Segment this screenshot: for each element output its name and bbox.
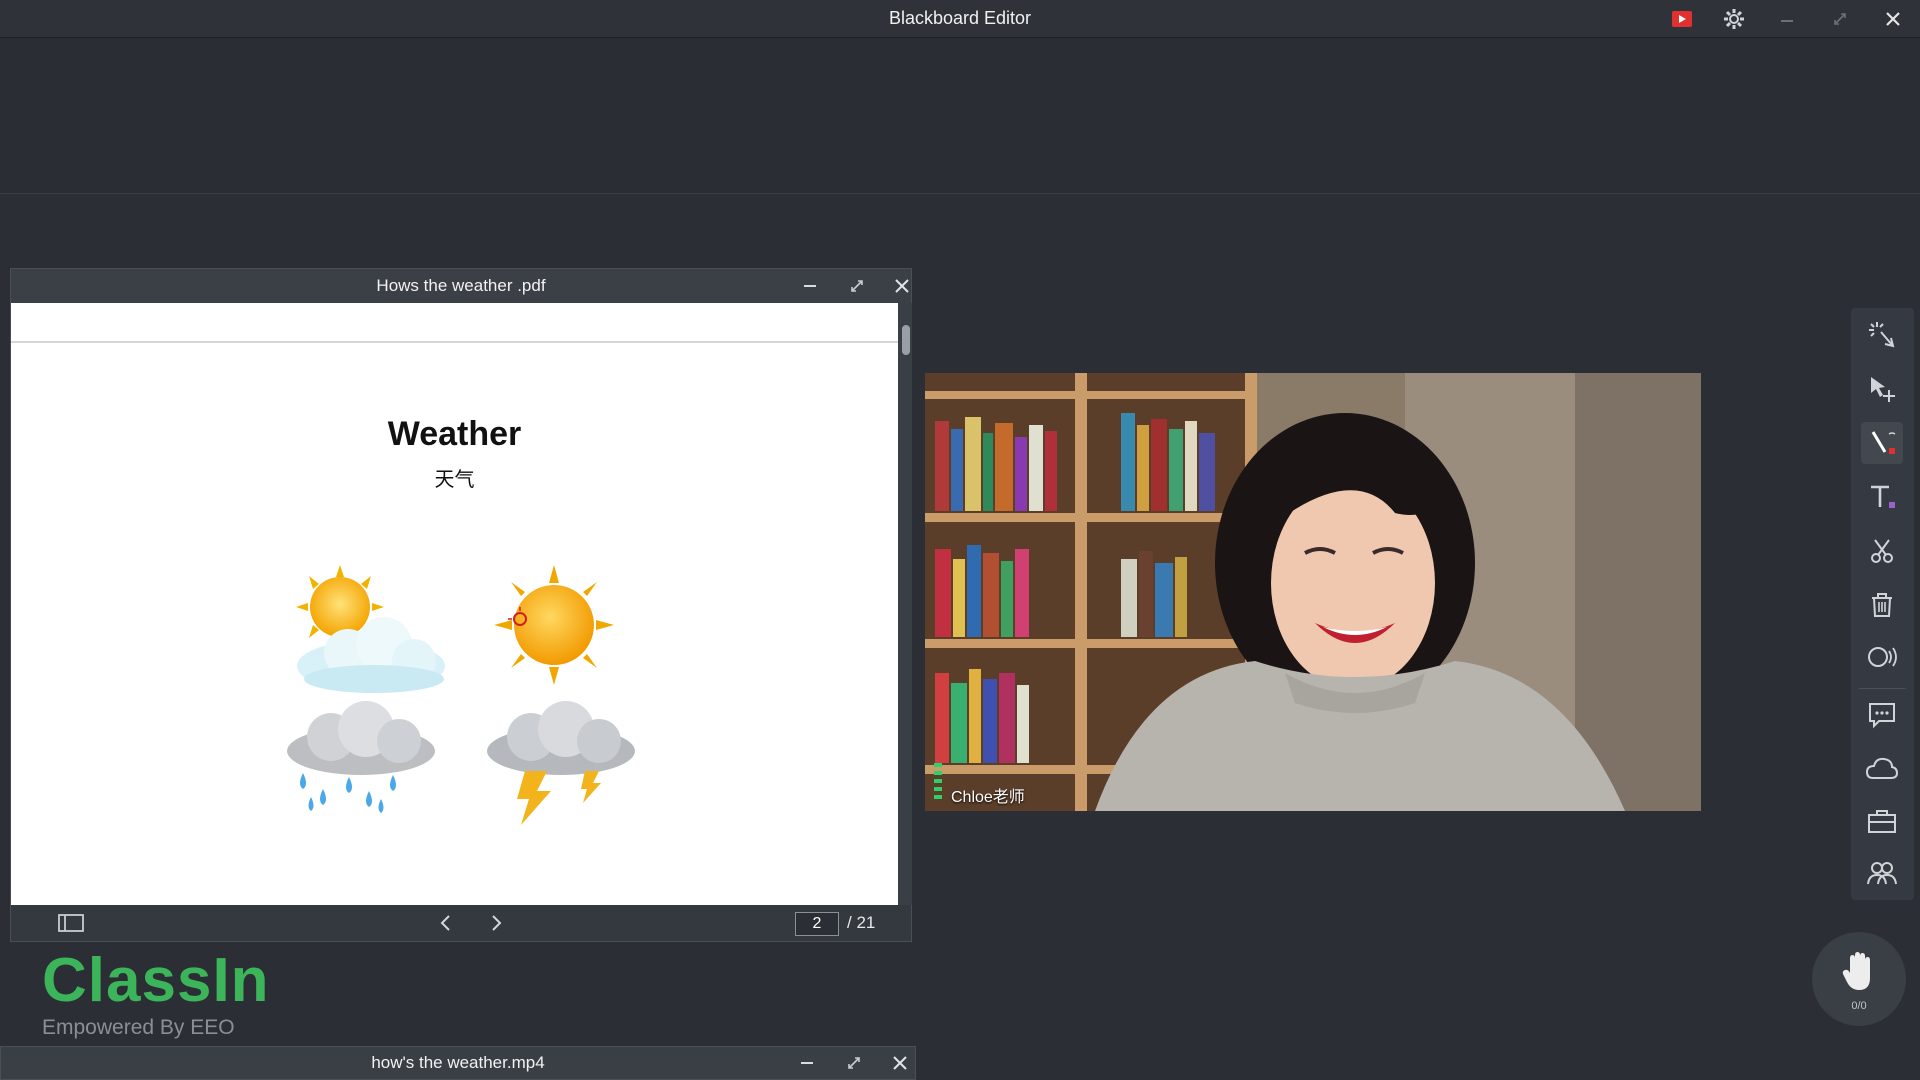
audio-icon[interactable] (1861, 636, 1903, 678)
text-icon[interactable] (1861, 476, 1903, 518)
cloud-icon[interactable] (1861, 748, 1903, 790)
app-titlebar: Blackboard Editor (0, 0, 1920, 38)
maximize-icon[interactable] (844, 273, 870, 299)
pdf-scrollbar-thumb[interactable] (902, 325, 910, 355)
toolbar-divider (1859, 688, 1906, 689)
scissors-icon[interactable] (1861, 530, 1903, 572)
rain-cloud-icon (287, 701, 435, 813)
pdf-scrollbar[interactable] (899, 303, 912, 905)
audio-level-icon (934, 763, 942, 799)
students-icon[interactable] (1861, 852, 1903, 894)
maximize-icon[interactable] (841, 1050, 867, 1076)
page-number-input[interactable]: 2 (795, 912, 839, 936)
slide-subtitle: 天气 (434, 469, 475, 491)
logo-wordmark: ClassIn (42, 946, 270, 1015)
page-top-rule (11, 341, 898, 343)
pdf-window[interactable]: Hows the weather .pdf Weather 天气 2 / 21 (10, 268, 912, 942)
laser-pointer-marker-icon (508, 607, 527, 626)
pdf-page[interactable]: Weather 天气 (11, 303, 898, 905)
classin-logo: ClassIn Empowered By EEO (42, 950, 270, 1040)
close-icon[interactable] (887, 1050, 913, 1076)
partly-cloudy-icon (296, 565, 445, 693)
laser-pointer-icon[interactable] (1861, 314, 1903, 356)
minimize-icon[interactable] (1774, 6, 1800, 32)
pen-icon[interactable] (1861, 422, 1903, 464)
teacher-video[interactable]: Chloe老师 (925, 373, 1701, 811)
close-icon[interactable] (1880, 6, 1906, 32)
media-window[interactable]: how's the weather.mp4 (0, 1046, 916, 1080)
media-window-title: how's the weather.mp4 (371, 1053, 545, 1072)
thumbnails-icon[interactable] (58, 910, 84, 936)
next-page-icon[interactable] (483, 910, 509, 936)
maximize-icon[interactable] (1827, 6, 1853, 32)
trash-icon[interactable] (1861, 584, 1903, 626)
participant-name: Chloe老师 (951, 789, 1025, 806)
video-feed-image (925, 373, 1701, 811)
app-title: Blackboard Editor (888, 8, 1032, 28)
chat-icon[interactable] (1861, 694, 1903, 736)
minimize-icon[interactable] (797, 273, 823, 299)
minimize-icon[interactable] (794, 1050, 820, 1076)
settings-gear-icon[interactable] (1721, 6, 1747, 32)
thunderstorm-icon (487, 701, 635, 825)
page-total: / 21 (847, 913, 876, 932)
hand-icon (1842, 952, 1870, 990)
pdf-window-titlebar[interactable]: Hows the weather .pdf (11, 269, 911, 303)
slide-title: Weather (387, 415, 522, 453)
hand-raise-count: 0/0 (1851, 1000, 1867, 1012)
close-icon[interactable] (889, 273, 915, 299)
drawing-toolbar (1851, 308, 1914, 900)
select-move-icon[interactable] (1861, 368, 1903, 410)
pdf-navigation-bar: 2 / 21 (11, 905, 911, 941)
media-window-titlebar[interactable]: how's the weather.mp4 (1, 1047, 915, 1080)
pdf-window-title: Hows the weather .pdf (376, 276, 546, 295)
blackboard-top-area (0, 38, 1920, 194)
logo-tagline: Empowered By EEO (42, 1016, 235, 1039)
previous-page-icon[interactable] (433, 910, 459, 936)
record-icon[interactable] (1669, 6, 1695, 32)
toolbox-icon[interactable] (1861, 800, 1903, 842)
raise-hand-button[interactable]: 0/0 (1812, 932, 1906, 1026)
